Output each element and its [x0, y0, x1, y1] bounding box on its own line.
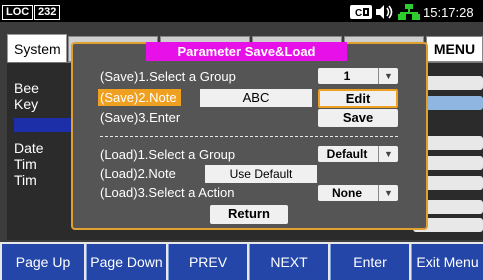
- save-note-label: (Save)2.Note: [98, 89, 181, 106]
- load-group-label: (Load)1.Select a Group: [100, 147, 236, 162]
- prev-softkey[interactable]: PREV: [168, 244, 247, 280]
- save-group-label: (Save)1.Select a Group: [100, 69, 236, 84]
- chevron-down-icon: ▼: [378, 68, 398, 84]
- section-divider: [100, 136, 398, 137]
- load-group-value: Default: [326, 147, 368, 161]
- tab-system[interactable]: System: [7, 34, 67, 62]
- save-group-value: 1: [343, 69, 351, 83]
- svg-text:C: C: [355, 8, 362, 19]
- load-note-field: Use Default: [205, 165, 317, 183]
- date-label: Date: [14, 140, 44, 156]
- lan-icon: C: [350, 5, 372, 21]
- load-action-dropdown[interactable]: None ▼: [318, 185, 398, 201]
- return-button[interactable]: Return: [210, 205, 288, 224]
- network-icon: [398, 4, 420, 20]
- time-label: Tim: [14, 156, 37, 172]
- speaker-icon: [374, 4, 394, 20]
- enter-softkey[interactable]: Enter: [330, 244, 409, 280]
- selected-setting-bar: [14, 118, 74, 132]
- save-group-dropdown[interactable]: 1 ▼: [318, 68, 398, 84]
- key-label: Key: [14, 96, 39, 112]
- load-action-value: None: [332, 186, 362, 200]
- save-button[interactable]: Save: [318, 109, 398, 127]
- interface-address-badge: 232: [34, 5, 61, 20]
- load-group-dropdown[interactable]: Default ▼: [318, 146, 398, 162]
- chevron-down-icon: ▼: [378, 185, 398, 201]
- save-note-field[interactable]: ABC: [200, 89, 312, 107]
- save-enter-label: (Save)3.Enter: [100, 110, 181, 125]
- edit-button[interactable]: Edit: [318, 89, 398, 108]
- exit-menu-softkey[interactable]: Exit Menu: [411, 244, 483, 280]
- status-bar: LOC 232 C 15:17:28: [0, 0, 483, 22]
- next-softkey[interactable]: NEXT: [249, 244, 328, 280]
- page-down-softkey[interactable]: Page Down: [86, 244, 166, 280]
- beep-label: Bee: [14, 80, 39, 96]
- dialog-title: Parameter Save&Load: [146, 42, 347, 61]
- timezone-label: Tim: [14, 172, 37, 188]
- remote-mode-badge: LOC: [2, 5, 34, 20]
- load-action-label: (Load)3.Select a Action: [100, 185, 235, 200]
- load-note-label: (Load)2.Note: [100, 166, 176, 181]
- chevron-down-icon: ▼: [378, 146, 398, 162]
- menu-button[interactable]: MENU: [426, 36, 483, 62]
- page-up-softkey[interactable]: Page Up: [2, 244, 84, 280]
- clock-time: 15:17:28: [423, 5, 474, 20]
